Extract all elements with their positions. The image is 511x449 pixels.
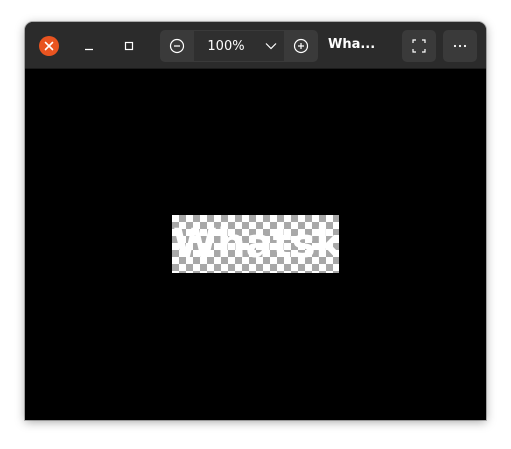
displayed-image[interactable]: Whatsk [172, 215, 339, 273]
image-viewport[interactable]: Whatsk [25, 69, 486, 420]
zoom-in-icon [293, 38, 309, 54]
more-options-button[interactable] [443, 30, 477, 62]
zoom-controls: 100% [160, 30, 318, 62]
more-options-icon [453, 44, 467, 48]
image-text: Whatsk [173, 221, 339, 267]
maximize-button[interactable] [119, 36, 139, 56]
close-icon [44, 41, 54, 51]
title-bar[interactable]: 100% Wha... [25, 22, 486, 69]
zoom-in-button[interactable] [284, 30, 318, 62]
zoom-dropdown-toggle[interactable] [258, 31, 284, 61]
fullscreen-button[interactable] [402, 30, 436, 62]
zoom-out-icon [169, 38, 185, 54]
minimize-button[interactable] [79, 36, 99, 56]
chevron-down-icon [265, 43, 277, 50]
maximize-icon [124, 41, 134, 51]
zoom-out-button[interactable] [160, 30, 194, 62]
zoom-level-value: 100% [207, 38, 245, 54]
zoom-level-selector[interactable]: 100% [194, 30, 284, 62]
image-viewer-window: 100% Wha... Whatsk [25, 22, 486, 420]
fullscreen-icon [412, 39, 426, 53]
window-title: Wha... [328, 37, 376, 52]
close-button[interactable] [39, 36, 59, 56]
minimize-icon [85, 48, 93, 51]
